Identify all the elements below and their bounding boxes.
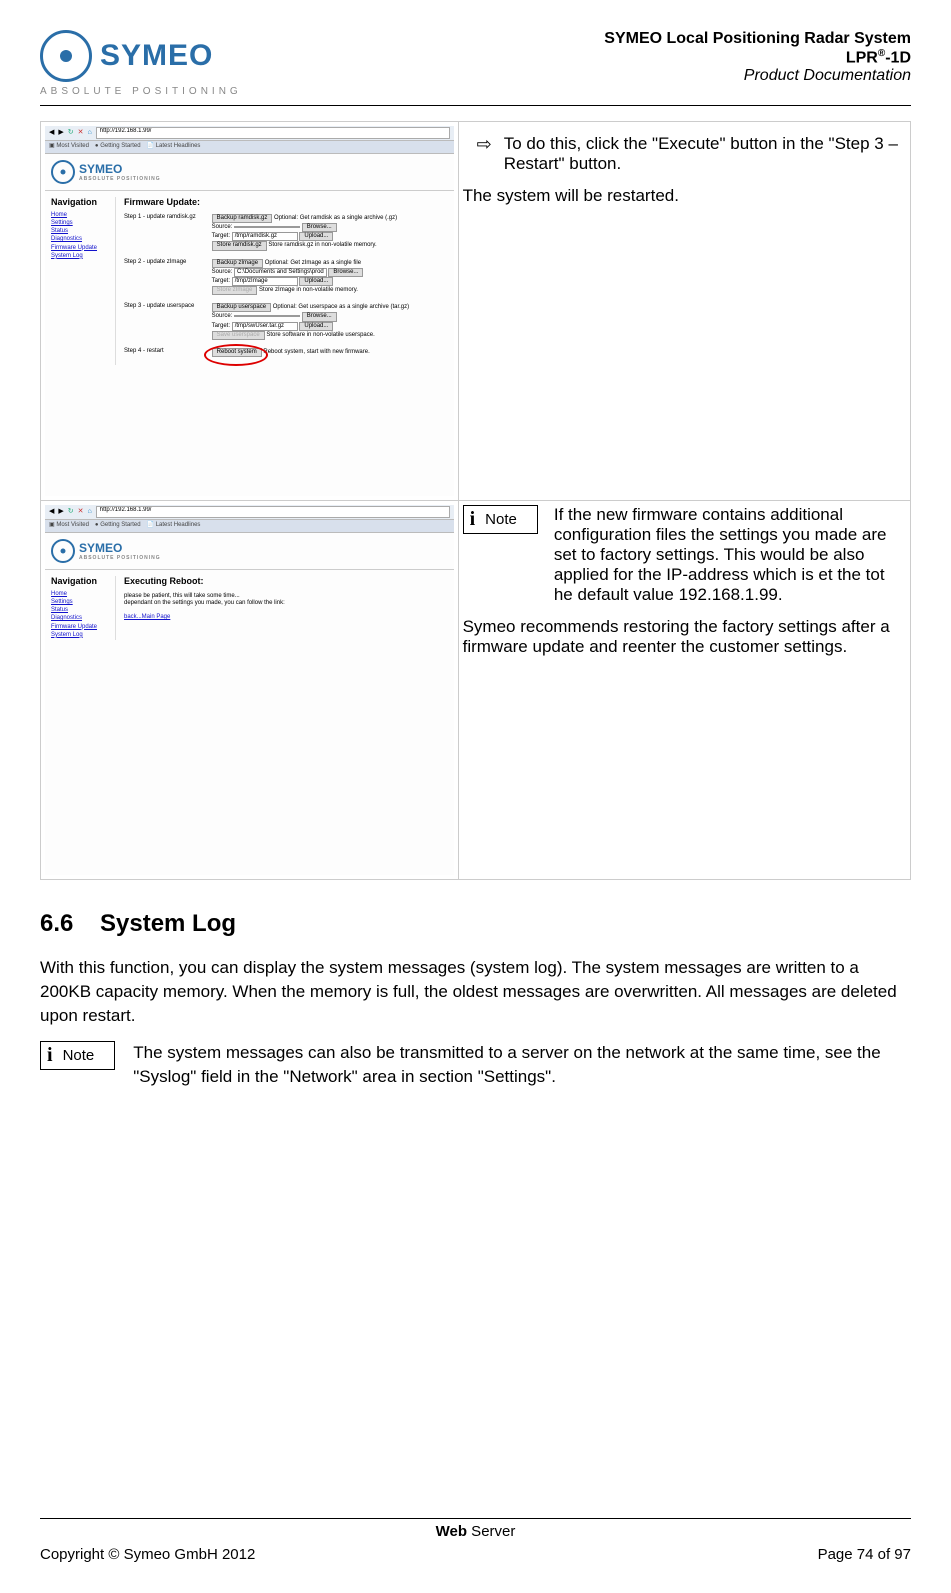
mini-logo: SYMEO ABSOLUTE POSITIONING [45,154,454,191]
mini-main: Executing Reboot: please be patient, thi… [124,576,448,640]
page-footer: Web Server Copyright © Symeo GmbH 2012 P… [40,1518,911,1563]
recommendation-text: Symeo recommends restoring the factory s… [463,617,906,657]
back-link[interactable]: back...Main Page [124,614,170,620]
target-input[interactable]: /tmp/zImage [232,277,298,286]
target-input[interactable]: /tmp/ramdisk.gz [232,232,298,241]
source-input[interactable] [234,226,300,228]
browser-toolbar: ◀▶↻✕⌂ http://192.168.1.99/ [45,505,454,520]
upload-button[interactable]: Upload... [299,232,333,241]
note-badge: i Note [40,1041,115,1070]
content-table: ◀▶↻✕⌂ http://192.168.1.99/ ▣ Most Visite… [40,121,911,880]
step-3: Step 3 - update userspace Backup userspa… [124,303,448,340]
doc-title-line1: SYMEO Local Positioning Radar System [604,30,911,48]
backup-button[interactable]: Backup ramdisk.gz [212,214,273,223]
address-bar: http://192.168.1.99/ [96,127,450,139]
address-bar: http://192.168.1.99/ [96,506,450,518]
nav-link[interactable]: Diagnostics [51,615,111,622]
info-icon: i [47,1044,53,1067]
logo-block: SYMEO ABSOLUTE POSITIONING [40,30,242,97]
nav-link[interactable]: Firmware Update [51,624,111,631]
section-paragraph: With this function, you can display the … [40,956,911,1027]
arrow-icon: ⇨ [477,134,492,174]
logo-text: SYMEO [100,39,213,73]
instruction-text: To do this, click the "Execute" button i… [504,134,906,174]
section-heading: 6.6System Log [40,910,911,938]
table-row: ◀▶↻✕⌂ http://192.168.1.99/ ▣ Most Visite… [41,122,911,501]
nav-link[interactable]: Status [51,607,111,614]
table-row: ◀▶↻✕⌂ http://192.168.1.99/ ▣ Most Visite… [41,501,911,880]
nav-link[interactable]: Settings [51,220,111,227]
bookmarks-bar: ▣ Most Visited ● Getting Started 📄 Lates… [45,141,454,154]
source-input[interactable]: C:\Documents and Settings\prod [234,268,327,277]
source-input[interactable] [234,315,300,317]
screenshot-executing-reboot: ◀▶↻✕⌂ http://192.168.1.99/ ▣ Most Visite… [41,501,459,880]
doc-title-line2: LPR®-1D [604,48,911,67]
text-cell-row2: i Note If the new firmware contains addi… [458,501,910,880]
footer-center: Web Server [40,1518,911,1540]
mini-main: Firmware Update: Step 1 - update ramdisk… [124,197,448,365]
upload-button[interactable]: Upload... [299,277,333,286]
mini-nav: Navigation Home Settings Status Diagnost… [51,576,116,640]
store-button[interactable]: Store zImage [212,286,258,295]
logo-icon [40,30,92,82]
result-text: The system will be restarted. [463,186,906,206]
nav-link[interactable]: System Log [51,253,111,260]
note-row: i Note The system messages can also be t… [40,1041,911,1089]
note-text: If the new firmware contains additional … [554,505,906,605]
step-4: Step 4 - restart Reboot system Reboot sy… [124,348,448,357]
browse-button[interactable]: Browse... [302,223,337,232]
mini-nav: Navigation Home Settings Status Diagnost… [51,197,116,365]
browse-button[interactable]: Browse... [302,312,337,321]
highlight-oval-icon [204,344,268,366]
screenshot-firmware-update: ◀▶↻✕⌂ http://192.168.1.99/ ▣ Most Visite… [41,122,459,501]
browser-toolbar: ◀▶↻✕⌂ http://192.168.1.99/ [45,126,454,141]
nav-link[interactable]: Diagnostics [51,236,111,243]
doc-title-block: SYMEO Local Positioning Radar System LPR… [604,30,911,85]
nav-link[interactable]: Status [51,228,111,235]
upload-button[interactable]: Upload... [299,322,333,331]
info-icon: i [470,508,476,531]
text-cell-row1: ⇨ To do this, click the "Execute" button… [458,122,910,501]
page-header: SYMEO ABSOLUTE POSITIONING SYMEO Local P… [40,30,911,106]
doc-title-line3: Product Documentation [604,67,911,85]
logo-tagline: ABSOLUTE POSITIONING [40,86,242,97]
step-2: Step 2 - update zImage Backup zImage Opt… [124,259,448,296]
note-badge: i Note [463,505,538,534]
page-number: Page 74 of 97 [818,1546,911,1563]
backup-button[interactable]: Backup userspace [212,303,271,312]
nav-link[interactable]: Firmware Update [51,245,111,252]
nav-link[interactable]: Settings [51,599,111,606]
step-1: Step 1 - update ramdisk.gz Backup ramdis… [124,214,448,251]
nav-link[interactable]: Home [51,591,111,598]
note-text: The system messages can also be transmit… [133,1041,911,1089]
nav-link[interactable]: Home [51,212,111,219]
bookmarks-bar: ▣ Most Visited ● Getting Started 📄 Lates… [45,520,454,533]
nav-link[interactable]: System Log [51,632,111,639]
store-button[interactable]: Save userspace [212,331,265,340]
browse-button[interactable]: Browse... [328,268,363,277]
mini-logo: SYMEO ABSOLUTE POSITIONING [45,533,454,570]
copyright-text: Copyright © Symeo GmbH 2012 [40,1546,255,1563]
backup-button[interactable]: Backup zImage [212,259,263,268]
target-input[interactable]: /tmp/swUser.tar.gz [232,322,298,331]
store-button[interactable]: Store ramdisk.gz [212,241,267,250]
